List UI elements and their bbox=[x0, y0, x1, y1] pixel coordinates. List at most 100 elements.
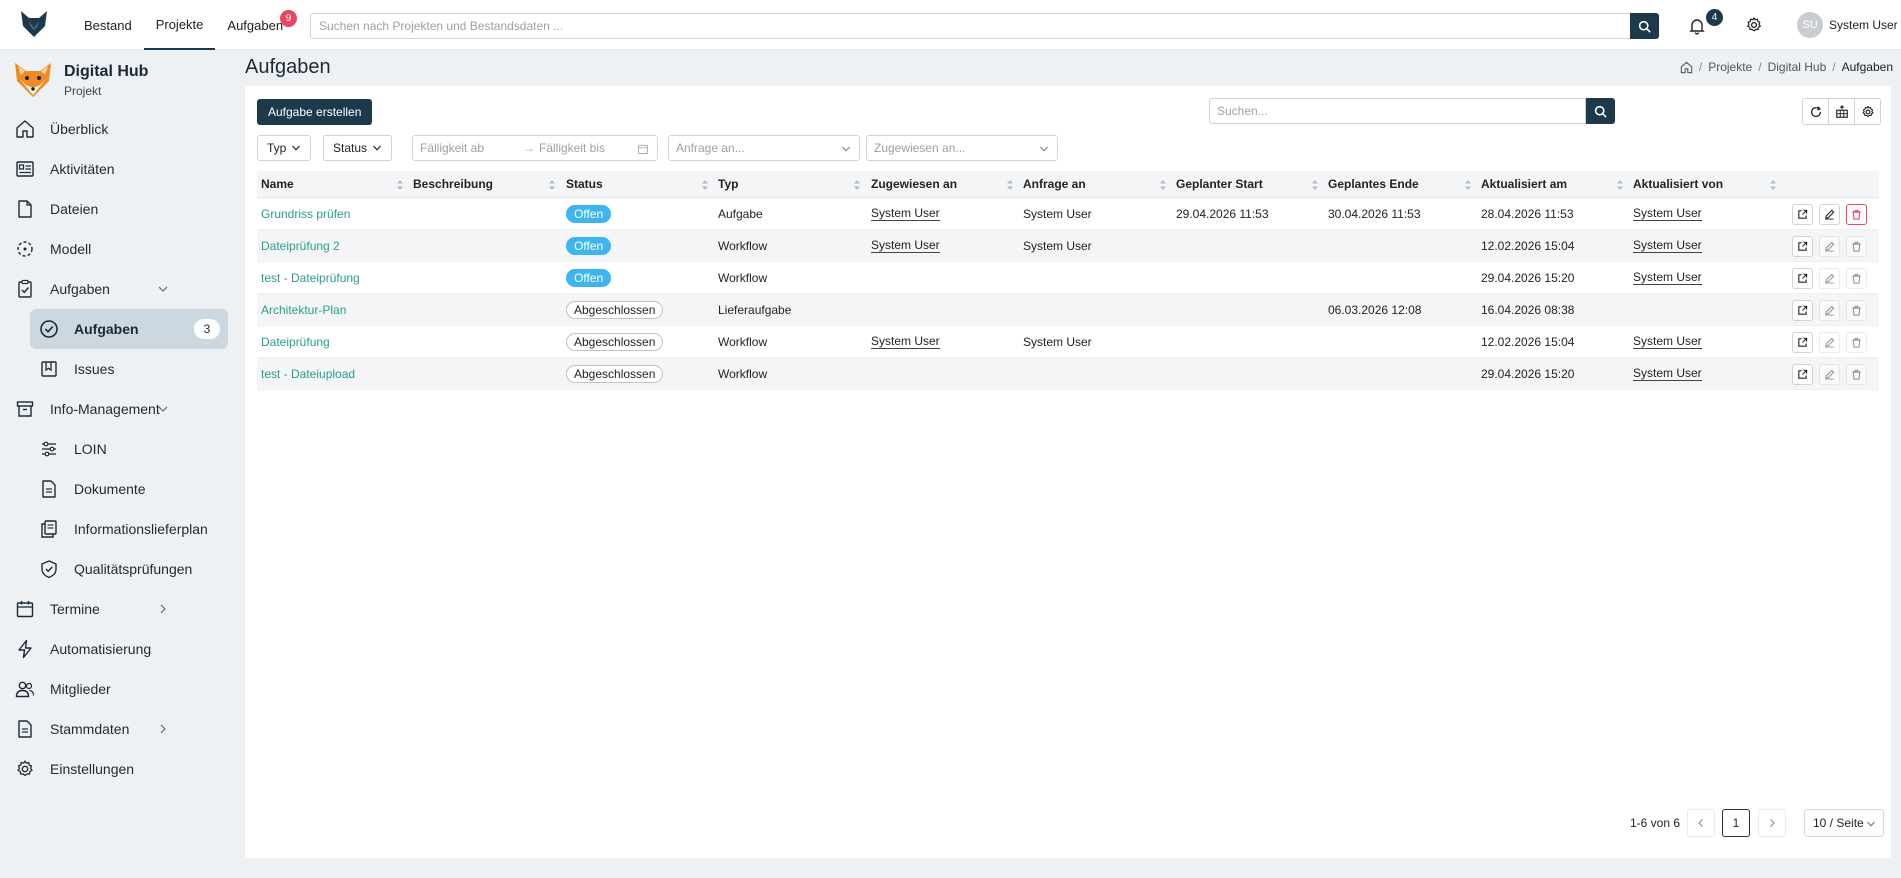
delete-button[interactable] bbox=[1846, 332, 1867, 353]
topnav-projekte[interactable]: Projekte bbox=[143, 0, 216, 50]
home-icon[interactable] bbox=[1680, 61, 1693, 74]
column-header-updated-at[interactable]: Aktualisiert am bbox=[1477, 171, 1567, 197]
sidebar-item-stammdaten[interactable]: Stammdaten bbox=[0, 709, 232, 749]
open-button[interactable] bbox=[1792, 268, 1813, 289]
sort-icon[interactable] bbox=[1769, 179, 1777, 191]
fox-logo-icon[interactable] bbox=[18, 8, 50, 40]
status-badge: Abgeschlossen bbox=[566, 300, 664, 319]
type-filter[interactable]: Typ bbox=[257, 135, 312, 161]
table-search-button[interactable] bbox=[1586, 98, 1615, 124]
bell-icon[interactable] bbox=[1687, 16, 1707, 36]
updated-by-link[interactable]: System User bbox=[1633, 270, 1702, 285]
column-header-description[interactable]: Beschreibung bbox=[409, 171, 493, 197]
delete-button[interactable] bbox=[1846, 300, 1867, 321]
column-header-status[interactable]: Status bbox=[562, 171, 603, 197]
updated-by-link[interactable]: System User bbox=[1633, 334, 1702, 349]
column-header-name[interactable]: Name bbox=[257, 171, 294, 197]
sidebar-item-einstellungen[interactable]: Einstellungen bbox=[0, 749, 232, 789]
open-button[interactable] bbox=[1792, 364, 1813, 385]
prev-page-button[interactable] bbox=[1687, 809, 1715, 837]
edit-button[interactable] bbox=[1819, 364, 1840, 385]
sidebar-item-dokumente[interactable]: Dokumente bbox=[0, 469, 232, 509]
sort-icon[interactable] bbox=[548, 179, 556, 191]
sort-icon[interactable] bbox=[396, 179, 404, 191]
delete-button[interactable] bbox=[1846, 236, 1867, 257]
delete-button[interactable] bbox=[1846, 204, 1867, 225]
open-button[interactable] bbox=[1792, 300, 1813, 321]
due-to-input[interactable]: Fälligkeit bis bbox=[539, 141, 605, 155]
assigned-user-link[interactable]: System User bbox=[871, 334, 940, 349]
delete-button[interactable] bbox=[1846, 268, 1867, 289]
assigned-user-link[interactable]: System User bbox=[871, 206, 940, 221]
sort-icon[interactable] bbox=[701, 179, 709, 191]
edit-button[interactable] bbox=[1819, 268, 1840, 289]
column-header-assigned[interactable]: Zugewiesen an bbox=[867, 171, 957, 197]
task-name-link[interactable]: test - Dateiprüfung bbox=[261, 271, 360, 285]
delete-button[interactable] bbox=[1846, 364, 1867, 385]
edit-button[interactable] bbox=[1819, 204, 1840, 225]
column-header-requested[interactable]: Anfrage an bbox=[1019, 171, 1086, 197]
sort-icon[interactable] bbox=[1616, 179, 1624, 191]
user-menu[interactable]: SU System User bbox=[1797, 12, 1898, 38]
task-name-link[interactable]: test - Dateiupload bbox=[261, 367, 355, 381]
column-header-updated-by[interactable]: Aktualisiert von bbox=[1629, 171, 1723, 197]
task-name-link[interactable]: Grundriss prüfen bbox=[261, 207, 350, 221]
export-button[interactable] bbox=[1828, 98, 1855, 125]
gear-icon[interactable] bbox=[1745, 16, 1763, 34]
sidebar-item-modell[interactable]: Modell bbox=[0, 229, 232, 269]
sidebar-item-aktivitaeten[interactable]: Aktivitäten bbox=[0, 149, 232, 189]
status-filter[interactable]: Status bbox=[323, 135, 393, 161]
column-header-end[interactable]: Geplantes Ende bbox=[1324, 171, 1419, 197]
task-name-link[interactable]: Dateiprüfung bbox=[261, 335, 330, 349]
sort-icon[interactable] bbox=[1311, 179, 1319, 191]
assigned-filter[interactable]: Zugewiesen an... bbox=[866, 135, 1058, 161]
table-search-input[interactable] bbox=[1209, 98, 1586, 124]
column-header-type[interactable]: Typ bbox=[714, 171, 738, 197]
page-size-select[interactable]: 10 / Seite bbox=[1804, 809, 1884, 837]
sidebar-item-aufgaben-group[interactable]: Aufgaben bbox=[0, 269, 232, 309]
edit-button[interactable] bbox=[1819, 236, 1840, 257]
open-button[interactable] bbox=[1792, 236, 1813, 257]
task-name-link[interactable]: Dateiprüfung 2 bbox=[261, 239, 340, 253]
sidebar-item-dateien[interactable]: Dateien bbox=[0, 189, 232, 229]
updated-by-link[interactable]: System User bbox=[1633, 366, 1702, 381]
page-1-button[interactable]: 1 bbox=[1722, 809, 1750, 837]
edit-button[interactable] bbox=[1819, 332, 1840, 353]
updated-by-link[interactable]: System User bbox=[1633, 206, 1702, 221]
global-search-button[interactable] bbox=[1630, 13, 1659, 39]
sort-icon[interactable] bbox=[1006, 179, 1014, 191]
sidebar-item-aufgaben[interactable]: Aufgaben 3 bbox=[30, 309, 228, 349]
sidebar-item-mitglieder[interactable]: Mitglieder bbox=[0, 669, 232, 709]
sidebar-item-informationslieferplan[interactable]: Informationslieferplan bbox=[0, 509, 232, 549]
sidebar-item-automatisierung[interactable]: Automatisierung bbox=[0, 629, 232, 669]
sidebar-item-ueberblick[interactable]: Überblick bbox=[0, 109, 232, 149]
create-task-button[interactable]: Aufgabe erstellen bbox=[257, 99, 373, 125]
open-button[interactable] bbox=[1792, 204, 1813, 225]
assigned-user-link[interactable]: System User bbox=[871, 238, 940, 253]
sidebar-item-issues[interactable]: Issues bbox=[0, 349, 232, 389]
refresh-button[interactable] bbox=[1802, 98, 1829, 125]
updated-by-link[interactable]: System User bbox=[1633, 238, 1702, 253]
sort-icon[interactable] bbox=[1159, 179, 1167, 191]
sidebar-item-qualitaetspruefungen[interactable]: Qualitätsprüfungen bbox=[0, 549, 232, 589]
breadcrumb-projekte[interactable]: Projekte bbox=[1708, 60, 1752, 74]
breadcrumb-digital-hub[interactable]: Digital Hub bbox=[1768, 60, 1827, 74]
requested-filter[interactable]: Anfrage an... bbox=[668, 135, 860, 161]
next-page-button[interactable] bbox=[1758, 809, 1786, 837]
topnav-aufgaben[interactable]: Aufgaben 9 bbox=[215, 0, 298, 50]
sidebar-item-termine[interactable]: Termine bbox=[0, 589, 232, 629]
sidebar-item-loin[interactable]: LOIN bbox=[0, 429, 232, 469]
global-search-input[interactable] bbox=[310, 13, 1630, 39]
open-button[interactable] bbox=[1792, 332, 1813, 353]
task-name-link[interactable]: Architektur-Plan bbox=[261, 303, 346, 317]
topnav-bestand[interactable]: Bestand bbox=[72, 0, 144, 50]
sort-icon[interactable] bbox=[853, 179, 861, 191]
due-date-range[interactable]: Fälligkeit ab → Fälligkeit bis bbox=[412, 135, 658, 161]
due-from-input[interactable]: Fälligkeit ab bbox=[420, 141, 484, 155]
external-link-icon bbox=[1798, 337, 1808, 347]
sidebar-item-info-management[interactable]: Info-Management bbox=[0, 389, 232, 429]
sort-icon[interactable] bbox=[1464, 179, 1472, 191]
edit-button[interactable] bbox=[1819, 300, 1840, 321]
column-header-start[interactable]: Geplanter Start bbox=[1172, 171, 1263, 197]
table-settings-button[interactable] bbox=[1854, 98, 1881, 125]
